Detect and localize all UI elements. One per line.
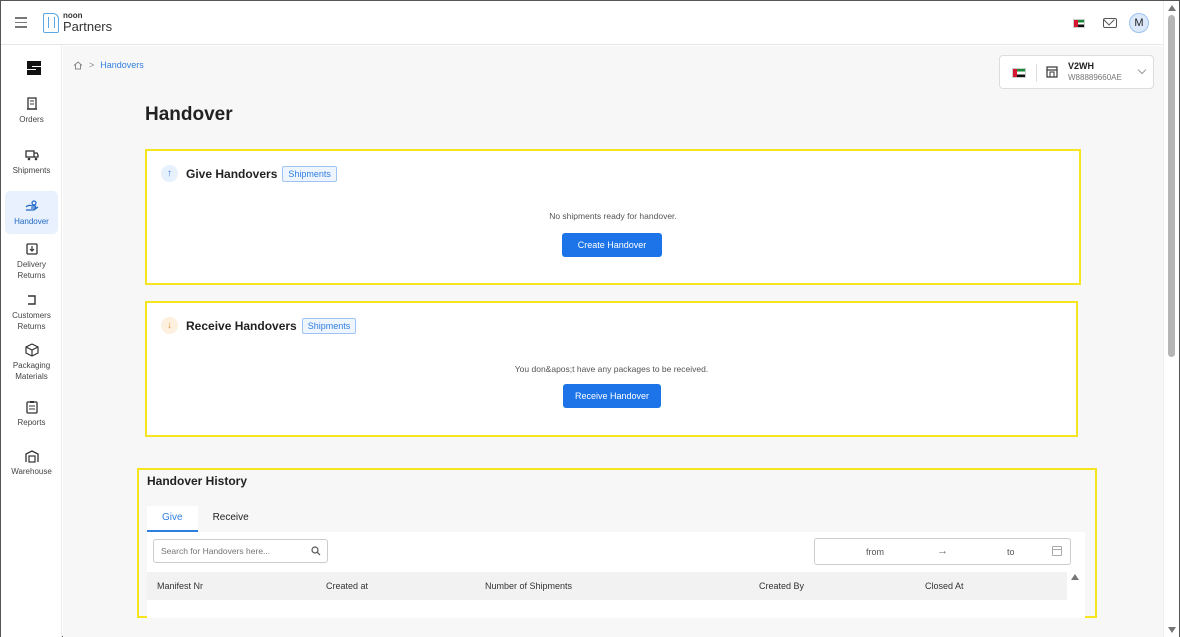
receipt-icon xyxy=(26,97,37,110)
handover-history-section: Handover History Give Receive from → to … xyxy=(137,468,1097,618)
give-handovers-title: Give Handovers xyxy=(186,166,278,181)
package-icon xyxy=(24,343,39,357)
noon-partners-logo[interactable]: noon Partners xyxy=(43,12,112,33)
warehouse-selector[interactable]: V2WH W88889660AE xyxy=(999,55,1154,89)
receive-empty-message: You don&apos;t have any packages to be r… xyxy=(514,364,709,374)
top-bar: noon Partners M xyxy=(1,1,1163,45)
avatar[interactable]: M xyxy=(1129,13,1149,33)
search-icon[interactable] xyxy=(311,546,321,556)
give-empty-message: No shipments ready for handover. xyxy=(549,211,677,221)
store-icon xyxy=(1046,66,1058,78)
scroll-up-icon[interactable] xyxy=(1168,5,1176,11)
page-title: Handover xyxy=(145,104,233,125)
menu-icon[interactable] xyxy=(15,17,27,28)
arrow-right-icon: → xyxy=(937,545,948,557)
history-table-header: Manifest Nr Created at Number of Shipmen… xyxy=(147,572,1067,600)
sidebar-item-delivery-returns[interactable]: Delivery Returns xyxy=(5,242,58,281)
sidebar-item-label: Handover xyxy=(14,217,49,226)
sidebar-item-label: Reports xyxy=(17,418,46,427)
handover-history-title: Handover History xyxy=(147,474,248,488)
breadcrumb: > Handovers xyxy=(73,60,144,70)
create-handover-button[interactable]: Create Handover xyxy=(562,233,662,257)
page-scrollbar[interactable] xyxy=(1163,1,1179,637)
tab-receive[interactable]: Receive xyxy=(198,506,264,532)
sidebar-item-warehouse[interactable]: Warehouse xyxy=(5,449,58,477)
shipments-badge: Shipments xyxy=(282,165,337,182)
return-box-icon xyxy=(25,243,38,255)
sidebar-item-label: Delivery Returns xyxy=(17,260,46,280)
sidebar-item-shipments[interactable]: Shipments xyxy=(5,148,58,176)
tab-give[interactable]: Give xyxy=(147,506,198,532)
column-header[interactable]: Closed At xyxy=(925,581,964,591)
chevron-right-icon: > xyxy=(89,60,95,70)
warehouse-code: V2WH xyxy=(1068,61,1095,71)
warehouse-id: W88889660AE xyxy=(1068,73,1122,82)
sidebar-item-label: Packaging Materials xyxy=(12,361,51,381)
warehouse-icon xyxy=(24,450,39,463)
customer-return-icon xyxy=(27,295,36,305)
search-input[interactable] xyxy=(161,546,301,556)
column-header[interactable]: Number of Shipments xyxy=(485,581,572,591)
truck-icon xyxy=(24,150,39,161)
sidebar: Orders Shipments Handover Delivery Retur… xyxy=(1,45,62,637)
receive-handovers-title: Receive Handovers xyxy=(186,318,297,333)
history-panel: from → to Manifest Nr Created at Number … xyxy=(147,532,1085,618)
history-tabs: Give Receive xyxy=(147,506,264,532)
column-header[interactable]: Created By xyxy=(759,581,804,591)
search-box xyxy=(153,539,328,563)
sidebar-item-customers-returns[interactable]: Customers Returns xyxy=(5,293,58,332)
breadcrumb-current[interactable]: Handovers xyxy=(100,60,144,70)
sidebar-item-handover[interactable]: Handover xyxy=(5,191,58,234)
brand-s-icon[interactable] xyxy=(25,59,43,77)
sidebar-item-orders[interactable]: Orders xyxy=(5,97,58,125)
logo-mark-icon xyxy=(43,12,59,33)
handover-icon xyxy=(25,200,38,211)
give-handovers-card: ↑ Give Handovers Shipments No shipments … xyxy=(145,149,1081,285)
sidebar-item-label: Shipments xyxy=(12,166,51,175)
shipments-badge: Shipments xyxy=(301,317,357,334)
table-scroll-up-icon[interactable] xyxy=(1071,574,1079,580)
uae-flag-icon xyxy=(1012,68,1026,78)
uae-flag-icon[interactable] xyxy=(1073,18,1085,28)
mail-icon[interactable] xyxy=(1103,18,1117,28)
main-content: > Handovers V2WH W88889660AE Handover ↑ … xyxy=(63,46,1163,637)
clipboard-icon xyxy=(25,401,38,414)
sidebar-item-label: Customers Returns xyxy=(12,311,51,331)
date-to[interactable]: to xyxy=(1007,547,1015,557)
scrollbar-thumb[interactable] xyxy=(1168,15,1175,357)
logo-name: Partners xyxy=(63,19,113,34)
receive-handovers-card: ↓ Receive Handovers Shipments You don&ap… xyxy=(145,301,1078,437)
arrow-up-icon: ↑ xyxy=(161,165,178,182)
date-range-picker[interactable]: from → to xyxy=(814,538,1071,565)
arrow-down-icon: ↓ xyxy=(161,317,178,334)
date-from[interactable]: from xyxy=(866,547,884,557)
sidebar-item-reports[interactable]: Reports xyxy=(5,400,58,428)
receive-handover-button[interactable]: Receive Handover xyxy=(563,384,661,408)
sidebar-item-packaging-materials[interactable]: Packaging Materials xyxy=(5,343,58,382)
column-header[interactable]: Created at xyxy=(326,581,368,591)
column-header[interactable]: Manifest Nr xyxy=(157,581,203,591)
sidebar-item-label: Warehouse xyxy=(11,467,52,476)
home-icon[interactable] xyxy=(73,60,83,70)
calendar-icon[interactable] xyxy=(1052,546,1062,556)
sidebar-item-label: Orders xyxy=(19,115,44,124)
chevron-down-icon xyxy=(1137,65,1147,75)
scroll-down-icon[interactable] xyxy=(1168,627,1176,633)
